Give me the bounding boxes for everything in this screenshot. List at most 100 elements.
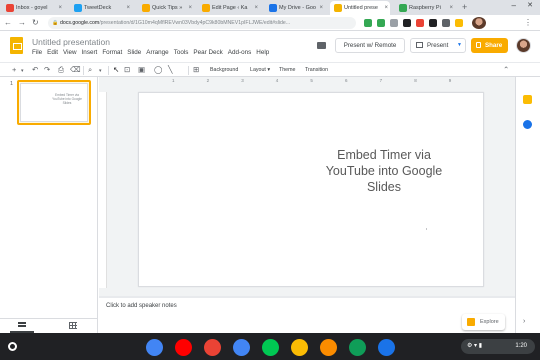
tab-title: Quick Tips » [152, 5, 183, 11]
collapse-toolbar-icon[interactable]: ⌃ [503, 64, 509, 76]
share-button[interactable]: Share [471, 38, 508, 53]
forward-icon[interactable]: → [18, 17, 26, 29]
undo-icon[interactable]: ↶ [32, 64, 38, 76]
photos-app-icon[interactable] [320, 339, 337, 356]
url-host: docs.google.com [60, 20, 100, 26]
menu-item-arrange[interactable]: Arrange [146, 49, 168, 56]
paint-format-icon[interactable]: ⌫ [70, 64, 81, 76]
browser-extension-icon[interactable] [442, 19, 450, 27]
tab-close-icon[interactable]: × [188, 1, 192, 15]
tab-favicon-icon [6, 4, 14, 12]
url-input[interactable]: 🔒 docs.google.com/presentation/d/1G10m4q… [48, 17, 356, 29]
gmail-app-icon[interactable] [204, 339, 221, 356]
explore-button[interactable]: Explore [462, 314, 505, 330]
browser-tab[interactable]: My Drive - Goo × [265, 1, 325, 15]
reload-icon[interactable]: ↻ [32, 17, 39, 29]
vertical-ruler [99, 92, 107, 288]
browser-extension-icon[interactable] [455, 19, 463, 27]
new-slide-icon[interactable]: + [12, 64, 16, 76]
menu-item-tools[interactable]: Tools [174, 49, 189, 56]
browser-tab[interactable]: TweetDeck × [70, 1, 132, 15]
line-icon[interactable]: ╲ [168, 64, 173, 76]
browser-tab[interactable]: Edit Page ‹ Ka × [198, 1, 260, 15]
browser-extension-icon[interactable] [364, 19, 372, 27]
close-window-icon[interactable]: ✕ [527, 1, 533, 9]
select-cursor-icon[interactable]: ↖ [113, 64, 119, 76]
browser-extension-icon[interactable] [403, 19, 411, 27]
image-icon[interactable]: ▣ [138, 64, 145, 76]
browser-extension-icon[interactable] [429, 19, 437, 27]
classroom-app-icon[interactable] [349, 339, 366, 356]
status-tray[interactable]: ⚙ ▾ ▮ 1:20 [461, 339, 535, 354]
menu-item-file[interactable]: File [32, 49, 42, 56]
tab-close-icon[interactable]: × [58, 1, 62, 15]
text-cursor-icon: ı [426, 226, 428, 231]
browser-tab[interactable]: Raspberry Pi × [395, 1, 455, 15]
tab-favicon-icon [202, 4, 210, 12]
side-panel-toggle-icon[interactable]: › [523, 318, 525, 325]
tab-title: Inbox - goyel [16, 5, 48, 11]
menu-item-add-ons[interactable]: Add-ons [228, 49, 251, 56]
present-button[interactable]: Present ▼ [410, 38, 466, 53]
menu-item-edit[interactable]: Edit [47, 49, 58, 56]
launcher-icon[interactable] [8, 342, 17, 351]
tab-close-icon[interactable]: × [384, 1, 388, 15]
print-icon[interactable]: ⎙ [58, 64, 64, 76]
back-icon[interactable]: ← [4, 17, 12, 29]
theme-button[interactable]: Theme [279, 65, 296, 75]
new-slide-dropdown-icon[interactable]: ▾ [21, 65, 24, 77]
horizontal-ruler: 1 2 3 4 5 6 7 8 9 [138, 77, 484, 85]
browser-tab[interactable]: Quick Tips » × [138, 1, 194, 15]
browser-tab[interactable]: Untitled prese × [330, 1, 390, 15]
play-store-app-icon[interactable] [262, 339, 279, 356]
menu-item-slide[interactable]: Slide [127, 49, 141, 56]
filmstrip-view-icon[interactable] [18, 322, 26, 327]
share-label: Share [485, 42, 503, 49]
browser-menu-icon[interactable]: ⋮ [524, 17, 532, 29]
tab-title: Raspberry Pi [409, 5, 441, 11]
chrome-app-icon[interactable] [146, 339, 163, 356]
new-tab-icon[interactable]: + [462, 1, 467, 13]
minimize-window-icon[interactable]: – [512, 1, 516, 10]
keep-icon[interactable] [523, 95, 532, 104]
grid-view-icon[interactable] [69, 322, 77, 329]
layout-button[interactable]: Layout ▾ [250, 65, 270, 75]
layout-label: Layout [250, 67, 266, 73]
slides-logo-icon[interactable] [10, 37, 23, 54]
background-button[interactable]: Background [210, 65, 238, 75]
browser-extension-icon[interactable] [377, 19, 385, 27]
browser-profile-avatar[interactable] [472, 17, 486, 29]
keep-app-icon[interactable] [291, 339, 308, 356]
text-box-icon[interactable]: ⊡ [124, 64, 130, 76]
menu-item-pear-deck[interactable]: Pear Deck [193, 49, 222, 56]
comments-icon[interactable] [317, 42, 326, 49]
transition-button[interactable]: Transition [305, 65, 328, 75]
slide-title-text[interactable]: Embed Timer via YouTube into Google Slid… [314, 147, 454, 195]
account-avatar[interactable] [516, 38, 531, 53]
docs-app-icon[interactable] [233, 339, 250, 356]
redo-icon[interactable]: ↷ [44, 64, 50, 76]
browser-extension-icon[interactable] [416, 19, 424, 27]
tab-close-icon[interactable]: × [126, 1, 130, 15]
speaker-notes-placeholder[interactable]: Click to add speaker notes [106, 303, 177, 309]
ruler-tick-label: 8 [414, 78, 417, 83]
tab-close-icon[interactable]: × [254, 1, 258, 15]
tab-close-icon[interactable]: × [319, 1, 323, 15]
youtube-app-icon[interactable] [175, 339, 192, 356]
shape-icon[interactable]: ◯ [154, 64, 162, 76]
menu-item-help[interactable]: Help [256, 49, 269, 56]
browser-tab[interactable]: Inbox - goyel × [2, 1, 64, 15]
tab-close-icon[interactable]: × [449, 1, 453, 15]
present-with-remote-button[interactable]: Present w/ Remote [335, 38, 405, 53]
duo-app-icon[interactable] [378, 339, 395, 356]
zoom-icon[interactable]: ⌕ [88, 64, 92, 76]
menu-item-format[interactable]: Format [102, 49, 122, 56]
present-dropdown-icon[interactable]: ▼ [457, 39, 462, 52]
menu-item-view[interactable]: View [63, 49, 77, 56]
tasks-icon[interactable] [523, 120, 532, 129]
document-title[interactable]: Untitled presentation [32, 37, 110, 47]
browser-extension-icon[interactable] [390, 19, 398, 27]
menu-item-insert[interactable]: Insert [82, 49, 98, 56]
zoom-dropdown-icon[interactable]: ▾ [99, 65, 102, 77]
add-comment-icon[interactable]: ⊞ [193, 64, 199, 76]
